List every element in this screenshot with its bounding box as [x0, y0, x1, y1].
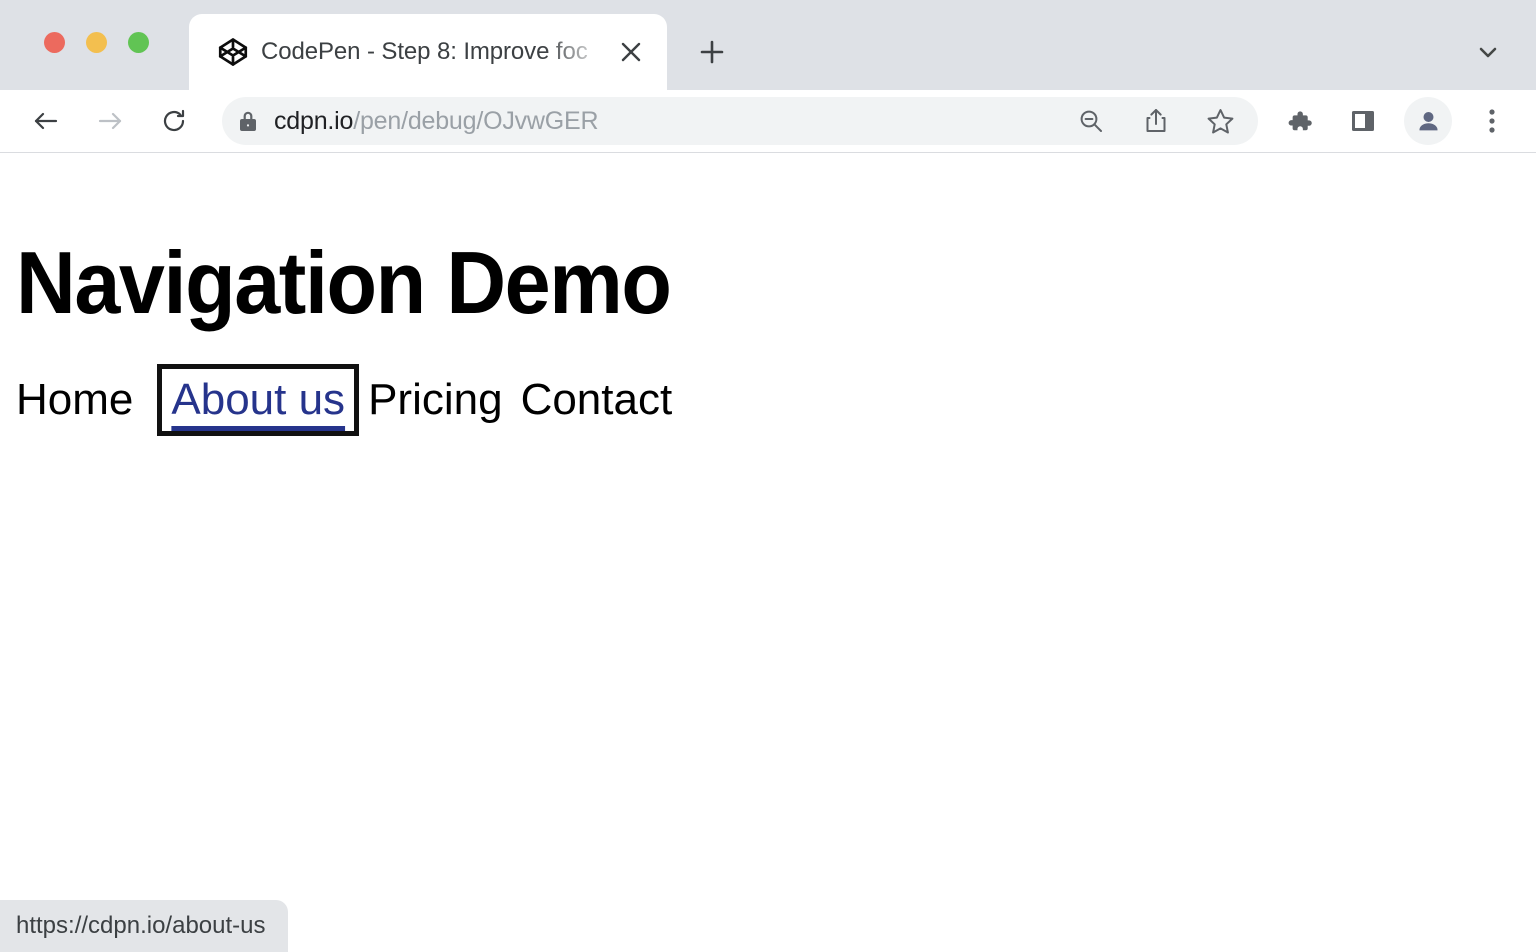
tab-strip: CodePen - Step 8: Improve foc	[0, 0, 1536, 90]
address-bar-url: cdpn.io/pen/debug/OJvwGER	[274, 107, 598, 136]
browser-window: CodePen - Step 8: Improve foc	[0, 0, 1536, 952]
demo-navigation: Home About us Pricing Contact	[16, 378, 690, 422]
tab-close-icon[interactable]	[611, 32, 651, 72]
tab-title: CodePen - Step 8: Improve foc	[261, 38, 607, 66]
browser-toolbar: cdpn.io/pen/debug/OJvwGER	[0, 90, 1536, 153]
url-domain: cdpn.io	[274, 107, 353, 135]
page-title: Navigation Demo	[16, 239, 671, 327]
side-panel-icon[interactable]	[1341, 99, 1385, 143]
three-dot-menu-icon[interactable]	[1470, 99, 1514, 143]
nav-link-about-us[interactable]: About us	[171, 378, 345, 422]
chevron-down-icon[interactable]	[1462, 26, 1514, 78]
codepen-logo-icon	[216, 35, 250, 69]
reload-button[interactable]	[151, 98, 197, 144]
new-tab-button[interactable]	[686, 26, 738, 78]
maximize-window-button[interactable]	[128, 32, 149, 53]
profile-avatar-icon[interactable]	[1404, 97, 1452, 145]
status-bar-url: https://cdpn.io/about-us	[0, 900, 288, 952]
close-window-button[interactable]	[44, 32, 65, 53]
nav-link-home[interactable]: Home	[16, 378, 151, 422]
browser-tab-active[interactable]: CodePen - Step 8: Improve foc	[189, 14, 667, 90]
page-viewport: Navigation Demo Home About us Pricing Co…	[0, 153, 1536, 952]
nav-link-contact[interactable]: Contact	[521, 378, 691, 422]
minimize-window-button[interactable]	[86, 32, 107, 53]
forward-button[interactable]	[87, 98, 133, 144]
zoom-out-icon[interactable]	[1069, 99, 1113, 143]
bookmark-star-icon[interactable]	[1198, 99, 1242, 143]
url-path: /pen/debug/OJvwGER	[353, 107, 598, 135]
window-traffic-lights	[44, 32, 149, 53]
share-icon[interactable]	[1134, 99, 1178, 143]
back-button[interactable]	[23, 98, 69, 144]
nav-link-pricing[interactable]: Pricing	[368, 378, 521, 422]
lock-icon[interactable]	[222, 109, 274, 133]
extensions-puzzle-icon[interactable]	[1277, 99, 1321, 143]
